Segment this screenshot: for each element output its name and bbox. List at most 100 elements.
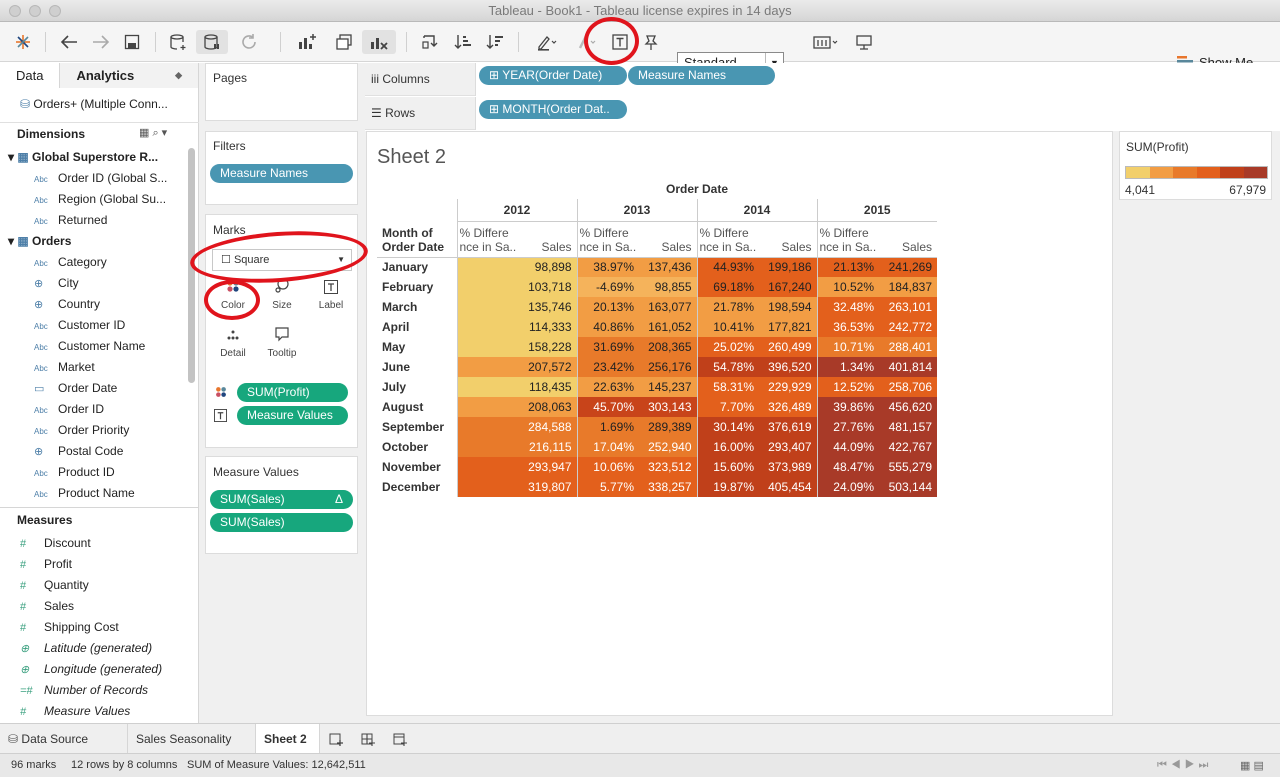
cell-pct-diff[interactable]: 27.76%: [816, 417, 879, 437]
cell-sales[interactable]: 252,940: [639, 437, 697, 457]
filter-pill[interactable]: Measure Names: [210, 164, 353, 183]
cell-sales[interactable]: 161,052: [639, 317, 697, 337]
year-header[interactable]: 2012: [456, 199, 577, 222]
cell-sales[interactable]: 456,620: [879, 397, 937, 417]
rows-drop-area[interactable]: ⊞ MONTH(Order Dat..: [475, 97, 1280, 130]
undo-icon[interactable]: [58, 30, 80, 54]
cell-pct-diff[interactable]: 12.52%: [816, 377, 879, 397]
measure-field[interactable]: # Quantity: [20, 578, 89, 592]
sheet-sorter-icon[interactable]: ▦ ▤: [1240, 759, 1264, 772]
cell-pct-diff[interactable]: [456, 417, 519, 437]
cell-pct-diff[interactable]: [456, 457, 519, 477]
sheet-navigation-icon[interactable]: ⏮◀▶⏭: [1157, 759, 1212, 772]
cell-sales[interactable]: 167,240: [759, 277, 817, 297]
measure-field[interactable]: # Sales: [20, 599, 74, 613]
cell-pct-diff[interactable]: 32.48%: [816, 297, 879, 317]
cell-pct-diff[interactable]: 39.86%: [816, 397, 879, 417]
tab-sheet-2[interactable]: Sheet 2: [256, 724, 320, 754]
duplicate-sheet-icon[interactable]: [332, 30, 356, 54]
dimension-field[interactable]: Abc Order ID (Global S...: [34, 171, 167, 185]
cell-pct-diff[interactable]: -4.69%: [576, 277, 639, 297]
cell-sales[interactable]: 260,499: [759, 337, 817, 357]
color-button[interactable]: Color: [212, 278, 254, 320]
dimension-field[interactable]: Abc Order Priority: [34, 423, 129, 437]
measure-header-pct-diff[interactable]: % Differe nce in Sa..: [576, 221, 639, 258]
measure-header-sales[interactable]: Sales: [759, 221, 817, 258]
year-header[interactable]: 2013: [576, 199, 697, 222]
sort-descending-icon[interactable]: [484, 30, 506, 54]
new-data-source-icon[interactable]: [167, 30, 189, 54]
cell-sales[interactable]: 503,144: [879, 477, 937, 497]
cell-sales[interactable]: 263,101: [879, 297, 937, 317]
cell-sales[interactable]: 258,706: [879, 377, 937, 397]
cell-pct-diff[interactable]: 54.78%: [696, 357, 759, 377]
cell-pct-diff[interactable]: 44.93%: [696, 257, 759, 277]
measure-header-sales[interactable]: Sales: [639, 221, 697, 258]
cell-sales[interactable]: 208,365: [639, 337, 697, 357]
cell-pct-diff[interactable]: [456, 477, 519, 497]
cell-pct-diff[interactable]: 31.69%: [576, 337, 639, 357]
measure-header-sales[interactable]: Sales: [879, 221, 937, 258]
tableau-logo-icon[interactable]: [12, 30, 34, 54]
cell-sales[interactable]: 229,929: [759, 377, 817, 397]
cell-sales[interactable]: 114,333: [519, 317, 577, 337]
dimension-field[interactable]: ⊕ Postal Code: [34, 444, 123, 458]
tab-data[interactable]: Data: [0, 63, 61, 88]
redo-icon[interactable]: [90, 30, 112, 54]
cell-pct-diff[interactable]: 21.13%: [816, 257, 879, 277]
row-header-month[interactable]: August: [377, 397, 457, 417]
new-worksheet-tab-icon[interactable]: [328, 731, 344, 750]
cell-pct-diff[interactable]: 48.47%: [816, 457, 879, 477]
cell-pct-diff[interactable]: 69.18%: [696, 277, 759, 297]
cell-pct-diff[interactable]: 30.14%: [696, 417, 759, 437]
cell-sales[interactable]: 481,157: [879, 417, 937, 437]
cell-pct-diff[interactable]: [456, 297, 519, 317]
year-header[interactable]: 2015: [816, 199, 937, 222]
cell-sales[interactable]: 198,594: [759, 297, 817, 317]
cell-sales[interactable]: 98,855: [639, 277, 697, 297]
row-header-month[interactable]: May: [377, 337, 457, 357]
cell-sales[interactable]: 326,489: [759, 397, 817, 417]
cell-pct-diff[interactable]: 36.53%: [816, 317, 879, 337]
label-button[interactable]: Label: [310, 278, 352, 320]
measure-header-sales[interactable]: Sales: [519, 221, 577, 258]
cell-sales[interactable]: 256,176: [639, 357, 697, 377]
cell-pct-diff[interactable]: 44.09%: [816, 437, 879, 457]
row-header-month[interactable]: June: [377, 357, 457, 377]
row-header-month[interactable]: February: [377, 277, 457, 297]
cell-pct-diff[interactable]: 5.77%: [576, 477, 639, 497]
cell-sales[interactable]: 184,837: [879, 277, 937, 297]
cell-sales[interactable]: 103,718: [519, 277, 577, 297]
year-header[interactable]: 2014: [696, 199, 817, 222]
mark-pill-profit[interactable]: SUM(Profit): [237, 383, 348, 402]
size-button[interactable]: Size: [261, 278, 303, 320]
worksheet-view[interactable]: Sheet 2 Order Date 2012 2013 2014 2015 M…: [366, 131, 1113, 716]
cell-sales[interactable]: 145,237: [639, 377, 697, 397]
cell-pct-diff[interactable]: 19.87%: [696, 477, 759, 497]
cell-pct-diff[interactable]: [456, 397, 519, 417]
rows-pill-month[interactable]: ⊞ MONTH(Order Dat..: [479, 100, 627, 119]
cell-sales[interactable]: 207,572: [519, 357, 577, 377]
cell-sales[interactable]: 137,436: [639, 257, 697, 277]
save-icon[interactable]: [121, 30, 143, 54]
measure-field[interactable]: =# Number of Records: [20, 683, 148, 697]
cell-pct-diff[interactable]: 38.97%: [576, 257, 639, 277]
row-header-month[interactable]: April: [377, 317, 457, 337]
cell-sales[interactable]: 401,814: [879, 357, 937, 377]
measure-header-pct-diff[interactable]: % Differe nce in Sa..: [696, 221, 759, 258]
cell-pct-diff[interactable]: 17.04%: [576, 437, 639, 457]
cell-pct-diff[interactable]: 10.06%: [576, 457, 639, 477]
cell-sales[interactable]: 289,389: [639, 417, 697, 437]
cell-sales[interactable]: 163,077: [639, 297, 697, 317]
cell-sales[interactable]: 396,520: [759, 357, 817, 377]
cell-pct-diff[interactable]: 7.70%: [696, 397, 759, 417]
row-header-month[interactable]: December: [377, 477, 457, 497]
view-options-icon[interactable]: ▦ ⌕ ▾: [139, 126, 167, 140]
dimension-field[interactable]: Abc Returned: [34, 213, 107, 227]
cell-pct-diff[interactable]: 10.52%: [816, 277, 879, 297]
dimension-field[interactable]: Abc Customer ID: [34, 318, 125, 332]
cell-sales[interactable]: 98,898: [519, 257, 577, 277]
pages-shelf[interactable]: Pages: [205, 63, 358, 121]
cell-pct-diff[interactable]: 15.60%: [696, 457, 759, 477]
cell-pct-diff[interactable]: 1.69%: [576, 417, 639, 437]
